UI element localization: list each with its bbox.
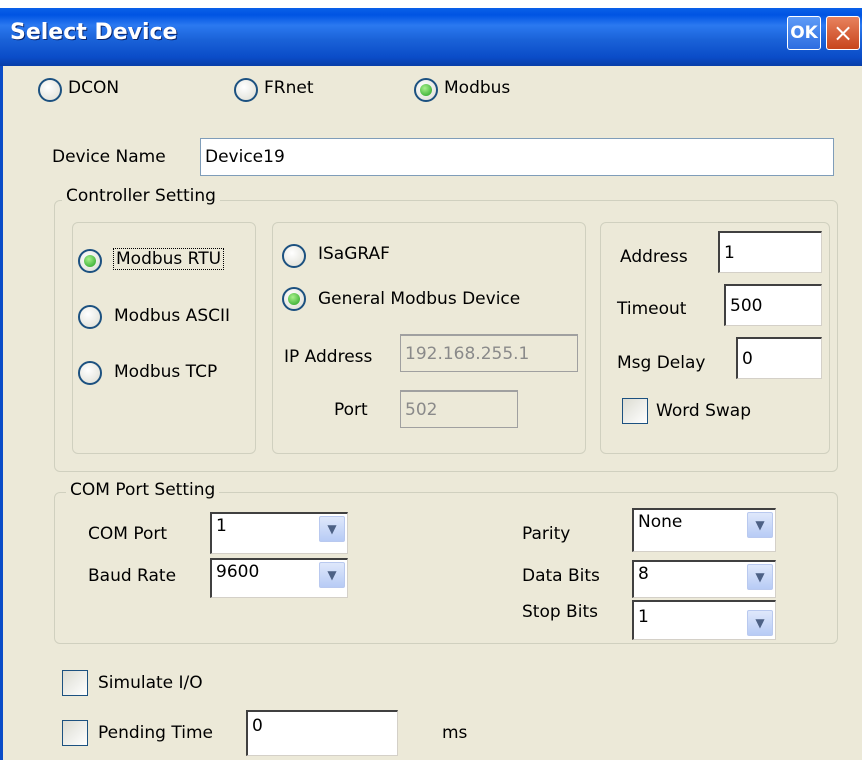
address-label: Address	[620, 247, 688, 267]
radio-dcon-label: DCON	[68, 78, 120, 98]
com-port-select[interactable]: 1 ▼	[210, 512, 348, 554]
baud-rate-label: Baud Rate	[88, 566, 177, 586]
com-port-label: COM Port	[88, 524, 168, 544]
chevron-down-icon[interactable]: ▼	[319, 516, 345, 542]
data-bits-label: Data Bits	[522, 566, 600, 586]
radio-modbus[interactable]	[414, 78, 438, 102]
stop-bits-select[interactable]: 1 ▼	[632, 600, 776, 640]
chevron-down-icon[interactable]: ▼	[747, 564, 773, 590]
pending-time-input[interactable]: 0	[246, 710, 398, 756]
baud-rate-value: 9600	[216, 562, 260, 582]
timeout-input[interactable]: 500	[724, 284, 822, 326]
radio-frnet[interactable]	[234, 78, 258, 102]
radio-modbus-tcp-label: Modbus TCP	[114, 362, 218, 382]
com-port-value: 1	[216, 516, 227, 536]
radio-general-modbus-device[interactable]	[282, 287, 306, 311]
msg-delay-input[interactable]: 0	[736, 337, 822, 379]
data-bits-value: 8	[638, 564, 649, 584]
pending-time-unit: ms	[442, 723, 468, 743]
radio-modbus-tcp[interactable]	[78, 361, 102, 385]
timeout-label: Timeout	[617, 299, 687, 319]
stop-bits-label: Stop Bits	[522, 602, 598, 622]
chevron-down-icon[interactable]: ▼	[319, 562, 345, 588]
simulate-io-checkbox[interactable]	[62, 670, 88, 696]
parity-label: Parity	[522, 524, 571, 544]
radio-modbus-ascii-label: Modbus ASCII	[114, 306, 231, 326]
parity-select[interactable]: None ▼	[632, 508, 776, 552]
ip-address-label: IP Address	[284, 347, 373, 367]
ip-address-input[interactable]: 192.168.255.1	[400, 334, 578, 372]
simulate-io-label: Simulate I/O	[98, 673, 203, 693]
radio-frnet-label: FRnet	[264, 78, 314, 98]
controller-setting-title: Controller Setting	[62, 186, 220, 206]
chevron-down-icon[interactable]: ▼	[747, 512, 773, 538]
radio-general-modbus-device-label: General Modbus Device	[318, 289, 521, 309]
stop-bits-value: 1	[638, 607, 649, 627]
radio-modbus-ascii[interactable]	[78, 305, 102, 329]
window-left-border	[0, 66, 8, 760]
port-input[interactable]: 502	[400, 390, 518, 428]
radio-isagraf[interactable]	[282, 244, 306, 268]
close-button[interactable]: ×	[826, 16, 860, 50]
data-bits-select[interactable]: 8 ▼	[632, 560, 776, 598]
msg-delay-label: Msg Delay	[617, 353, 706, 373]
radio-dcon[interactable]	[38, 78, 62, 102]
word-swap-checkbox[interactable]	[622, 398, 648, 424]
pending-time-checkbox[interactable]	[62, 720, 88, 746]
device-name-input[interactable]: Device19	[200, 138, 834, 176]
parity-value: None	[638, 512, 683, 532]
ok-button[interactable]: OK	[787, 16, 821, 50]
device-name-label: Device Name	[52, 147, 166, 167]
window-title: Select Device	[10, 20, 178, 45]
radio-modbus-rtu-label: Modbus RTU	[112, 248, 225, 270]
radio-isagraf-label: ISaGRAF	[318, 244, 390, 264]
word-swap-label: Word Swap	[656, 401, 752, 421]
com-port-setting-title: COM Port Setting	[66, 480, 220, 500]
pending-time-label: Pending Time	[98, 723, 213, 743]
address-input[interactable]: 1	[718, 231, 822, 273]
radio-modbus-rtu[interactable]	[78, 249, 102, 273]
port-label: Port	[334, 400, 368, 420]
radio-modbus-label: Modbus	[444, 78, 511, 98]
baud-rate-select[interactable]: 9600 ▼	[210, 558, 348, 598]
chevron-down-icon[interactable]: ▼	[747, 610, 773, 636]
window-top-strip	[0, 0, 862, 8]
